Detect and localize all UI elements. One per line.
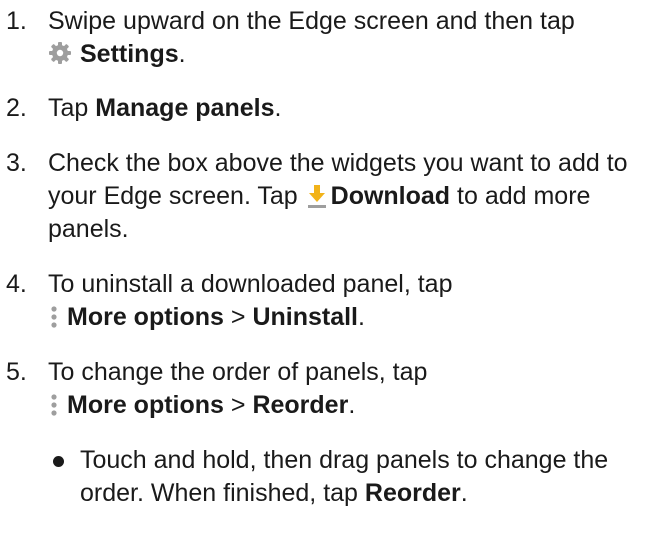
- step-text: Swipe upward on the Edge screen and then…: [48, 7, 575, 35]
- reorder-label: Reorder: [364, 479, 461, 507]
- step-text: To uninstall a downloaded panel, tap: [48, 270, 453, 298]
- step-number: 5.: [6, 358, 27, 386]
- step-text: >: [223, 303, 253, 331]
- step-text: .: [178, 40, 186, 68]
- substep-text: Touch and hold, then drag panels to chan…: [80, 446, 609, 507]
- step-text: .: [274, 94, 282, 122]
- instruction-steps: 1. Swipe upward on the Edge screen and t…: [0, 5, 660, 535]
- step-text: To change the order of panels, tap: [48, 358, 428, 386]
- step-4: 4. To uninstall a downloaded panel, tap …: [0, 268, 660, 334]
- step-text: .: [348, 391, 356, 419]
- gear-icon: [48, 41, 72, 65]
- more-options-label: More options: [67, 391, 224, 419]
- more-options-icon: [50, 393, 58, 417]
- step-text: .: [358, 303, 365, 331]
- bullet-icon: [53, 456, 64, 467]
- download-label: Download: [330, 182, 451, 210]
- settings-label: Settings: [80, 40, 179, 68]
- step-number: 4.: [6, 270, 27, 298]
- substep: Touch and hold, then drag panels to chan…: [0, 444, 660, 510]
- step-3: 3. Check the box above the widgets you w…: [0, 147, 660, 246]
- step-1: 1. Swipe upward on the Edge screen and t…: [0, 5, 660, 71]
- step-text: Tap: [48, 94, 96, 122]
- uninstall-label: Uninstall: [252, 303, 359, 331]
- step-number: 1.: [6, 7, 27, 35]
- more-options-label: More options: [67, 303, 224, 331]
- manage-panels-label: Manage panels: [95, 94, 275, 122]
- substep-text: .: [460, 479, 468, 507]
- step-text: >: [223, 391, 253, 419]
- step-number: 3.: [6, 149, 27, 177]
- step-5: 5. To change the order of panels, tap Mo…: [0, 356, 660, 422]
- more-options-icon: [50, 305, 58, 329]
- step-2: 2. Tap Manage panels.: [0, 92, 660, 125]
- step-number: 2.: [6, 94, 27, 122]
- reorder-label: Reorder: [252, 391, 349, 419]
- download-icon: [307, 184, 327, 208]
